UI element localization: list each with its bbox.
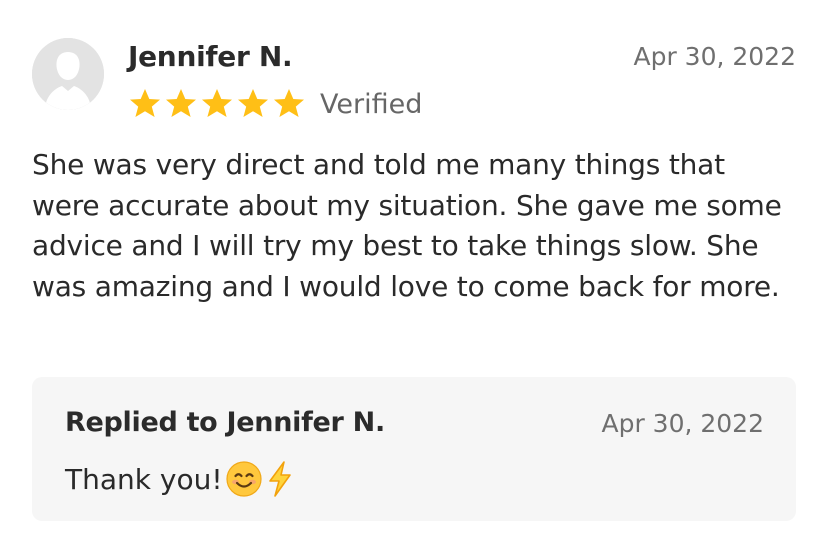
- star-icon: [202, 89, 232, 117]
- star-icon: [238, 89, 268, 117]
- reply-title: Replied to Jennifer N.: [65, 407, 385, 438]
- review-card: Jennifer N. Apr 30, 2022 Verified She wa…: [0, 0, 828, 550]
- smiling-face-icon: [225, 460, 263, 498]
- star-icon: [166, 89, 196, 117]
- avatar: [32, 38, 104, 110]
- review-date: Apr 30, 2022: [633, 42, 796, 71]
- reviewer-name: Jennifer N.: [128, 40, 293, 73]
- star-rating: [128, 87, 306, 121]
- reply-date: Apr 30, 2022: [601, 409, 764, 438]
- review-body: She was very direct and told me many thi…: [32, 148, 782, 303]
- star-icon: [130, 89, 160, 117]
- user-silhouette-icon: [32, 38, 104, 110]
- star-icon: [274, 89, 304, 117]
- verified-label: Verified: [320, 88, 423, 120]
- reply-text: Thank you!: [65, 459, 295, 499]
- reply-box: Replied to Jennifer N. Apr 30, 2022 Than…: [32, 377, 796, 521]
- reply-message: Thank you!: [65, 462, 223, 496]
- lightning-bolt-icon: [265, 460, 295, 498]
- rating-row: Verified: [128, 84, 422, 124]
